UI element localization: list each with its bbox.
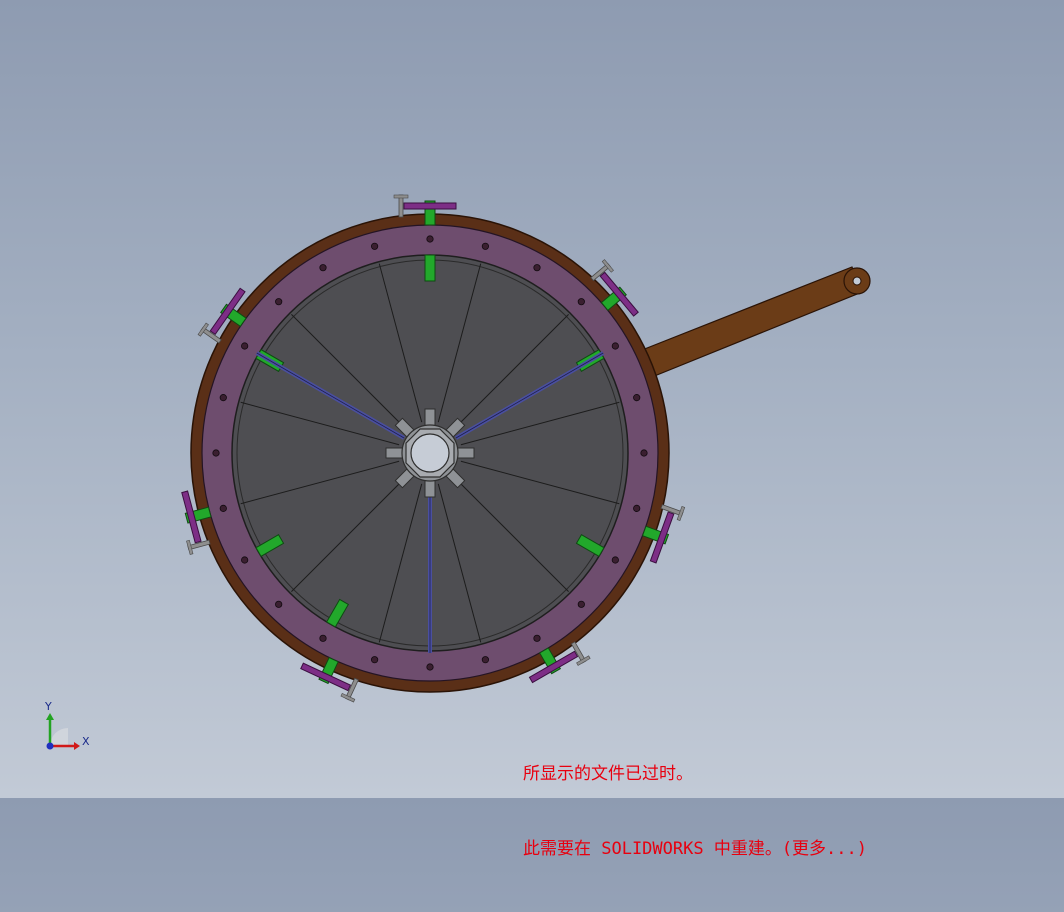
inner-tab xyxy=(424,254,436,282)
hub-tooth xyxy=(385,447,405,459)
z-axis-dot xyxy=(46,742,54,750)
bolt-hole xyxy=(481,656,489,664)
hub-tooth xyxy=(455,447,475,459)
bolt-hole xyxy=(577,298,585,306)
rebuild-warning[interactable]: 所显示的文件已过时。 此需要在 SOLIDWORKS 中重建。(更多...) xyxy=(523,712,867,912)
hub[interactable] xyxy=(385,408,475,498)
bolt-hole xyxy=(212,449,220,457)
bolt-hole xyxy=(426,235,434,243)
bolt-hole xyxy=(219,394,227,402)
bolt-hole xyxy=(371,656,379,664)
bolt-hole xyxy=(611,556,619,564)
y-axis-label: Y xyxy=(45,700,52,713)
hub-tooth xyxy=(424,478,436,498)
bolt-hole xyxy=(633,394,641,402)
graphics-viewport[interactable]: X Y 所显示的文件已过时。 此需要在 SOLIDWORKS 中重建。(更多..… xyxy=(0,0,1064,859)
bolt-hole xyxy=(577,600,585,608)
bolt-hole xyxy=(319,264,327,272)
bolt-hole xyxy=(371,242,379,250)
bolt-hole xyxy=(319,634,327,642)
bolt-hole xyxy=(241,342,249,350)
bolt-hole xyxy=(275,600,283,608)
warning-line-rebuild-more-link[interactable]: 此需要在 SOLIDWORKS 中重建。(更多...) xyxy=(523,837,867,862)
bolt-hole xyxy=(640,449,648,457)
bolt-hole xyxy=(481,242,489,250)
bolt-hole xyxy=(533,634,541,642)
bolt-hole xyxy=(275,298,283,306)
handle-arm[interactable] xyxy=(641,266,871,378)
bolt-hole xyxy=(426,663,434,671)
cad-model-wheel[interactable] xyxy=(0,0,1064,798)
bolt-hole xyxy=(633,504,641,512)
bolt-hole xyxy=(533,264,541,272)
x-axis-label: X xyxy=(82,735,90,748)
bolt-hole xyxy=(219,504,227,512)
warning-line-outdated: 所显示的文件已过时。 xyxy=(523,764,693,784)
hub-tooth xyxy=(424,408,436,428)
bolt-hole xyxy=(241,556,249,564)
bolt-hole xyxy=(611,342,619,350)
